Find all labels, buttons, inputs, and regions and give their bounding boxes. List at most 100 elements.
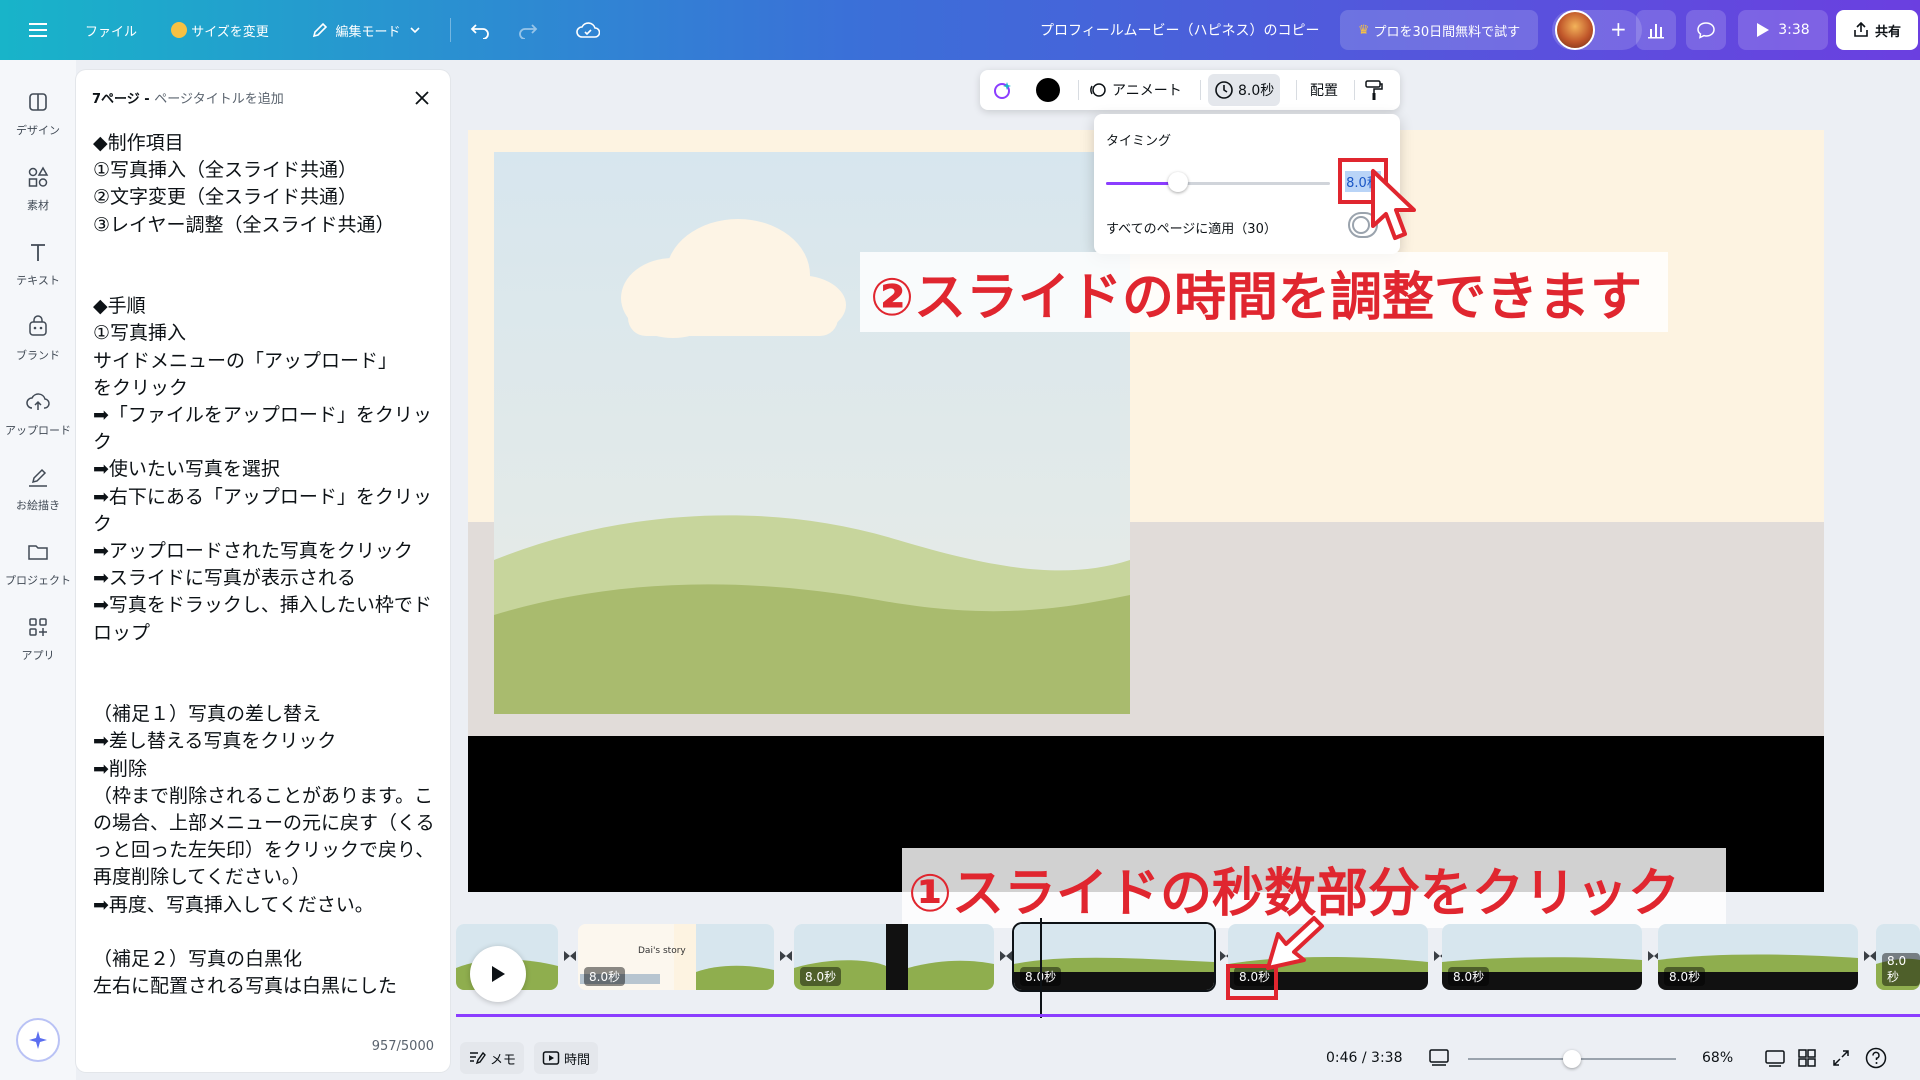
collaborators[interactable]: + <box>1552 10 1642 50</box>
clip-duration[interactable]: 8.0秒 <box>584 967 626 986</box>
share-button[interactable]: 共有 <box>1836 10 1918 50</box>
paint-roller-icon[interactable] <box>1364 70 1392 110</box>
clip-duration[interactable]: 8.0秒 <box>1448 967 1490 986</box>
pro-trial-label: プロを30日間無料で試す <box>1373 24 1521 40</box>
mouse-cursor-icon <box>1371 169 1416 240</box>
rail-design[interactable]: デザイン <box>0 80 76 150</box>
color-swatch[interactable] <box>1036 70 1064 110</box>
timer-label: 時間 <box>564 1052 591 1068</box>
magic-assistant-button[interactable] <box>16 1018 60 1062</box>
resize-button[interactable]: サイズを変更 <box>160 10 280 50</box>
rail-elements[interactable]: 素材 <box>0 155 76 225</box>
magic-edit-icon[interactable] <box>990 70 1020 110</box>
zoom-thumb[interactable] <box>1563 1050 1581 1068</box>
cloud-saved-icon[interactable] <box>570 10 606 50</box>
clip-duration[interactable]: 8.0秒 <box>1664 967 1706 986</box>
timing-slider[interactable] <box>1106 172 1330 192</box>
rail-text[interactable]: テキスト <box>0 230 76 300</box>
context-toolbar: アニメート 8.0秒 配置 <box>980 70 1400 110</box>
divider <box>1296 80 1297 100</box>
doc-title[interactable]: プロフィールムービー（ハピネス）のコピー <box>1040 0 1319 60</box>
duration-label: 8.0秒 <box>1238 83 1275 99</box>
redo-icon[interactable] <box>510 10 546 50</box>
page-title-input[interactable]: ページタイトルを追加 <box>154 92 283 107</box>
hamburger-icon[interactable] <box>20 10 56 50</box>
insights-icon[interactable] <box>1636 10 1676 50</box>
timeline-clip[interactable]: Dai's story 8.0秒 <box>578 924 774 990</box>
add-collaborator-icon[interactable]: + <box>1610 18 1627 40</box>
file-menu[interactable]: ファイル <box>78 10 144 50</box>
clip-duration[interactable]: 8.0秒 <box>1882 953 1920 986</box>
edit-mode-dropdown[interactable]: 編集モード <box>298 10 434 50</box>
animate-icon <box>1090 83 1106 97</box>
timer-icon <box>542 1051 560 1065</box>
progress-track[interactable] <box>456 1014 1920 1017</box>
transition-icon[interactable] <box>562 948 578 964</box>
timeline-clip[interactable]: 8.0秒 <box>1876 924 1920 990</box>
char-count: 957/5000 <box>371 1039 434 1054</box>
pro-trial-button[interactable]: ♛ プロを30日間無料で試す <box>1340 10 1538 50</box>
transition-icon[interactable] <box>998 948 1014 964</box>
playhead[interactable] <box>1040 918 1042 1018</box>
rail-label: 素材 <box>27 199 49 212</box>
play-icon <box>1757 23 1770 37</box>
rail-brand[interactable]: ブランド <box>0 305 76 375</box>
clip-duration[interactable]: 8.0秒 <box>800 967 842 986</box>
play-duration: 3:38 <box>1778 22 1810 38</box>
rail-label: ブランド <box>16 349 60 362</box>
avatar[interactable] <box>1555 10 1595 50</box>
notes-textarea[interactable]: ◆制作項目 ①写真挿入（全スライド共通） ②文字変更（全スライド共通） ③レイヤ… <box>93 130 441 1072</box>
play-icon <box>492 966 505 982</box>
time-position: 0:46 / 3:38 <box>1326 1050 1403 1066</box>
page-label: 7ページ - <box>92 92 155 107</box>
resize-label: サイズを変更 <box>191 24 269 40</box>
zoom-slider[interactable] <box>1468 1050 1676 1068</box>
timeline-clip[interactable]: 8.0秒 <box>1442 924 1642 990</box>
transition-icon[interactable] <box>778 948 794 964</box>
notes-label: メモ <box>490 1052 517 1068</box>
rail-projects[interactable]: プロジェクト <box>0 530 76 600</box>
callout-timing-text: ②スライドの時間を調整できます <box>870 267 1643 328</box>
close-icon[interactable] <box>410 86 434 110</box>
apply-all-label: すべてのページに適用（30） <box>1106 222 1277 237</box>
position-button[interactable]: 配置 <box>1310 70 1338 110</box>
animate-label: アニメート <box>1112 83 1182 99</box>
rail-label: お絵描き <box>16 499 60 512</box>
duration-button[interactable]: 8.0秒 <box>1208 74 1281 106</box>
side-rail: デザイン 素材 テキスト ブランド アップロード お絵描き プロジェクト アプリ <box>0 60 76 1080</box>
fullscreen-icon[interactable] <box>1830 1048 1852 1068</box>
undo-icon[interactable] <box>462 10 498 50</box>
timeline-clip[interactable]: 8.0秒 <box>1658 924 1858 990</box>
timeline[interactable]: Dai's story 8.0秒 8.0秒 8.0秒 8.0秒 8.0秒 8.0… <box>456 918 1920 1022</box>
timer-button[interactable]: 時間 <box>534 1042 599 1074</box>
animate-button[interactable]: アニメート <box>1088 70 1182 110</box>
timeline-clip-selected[interactable]: 8.0秒 <box>1014 924 1214 990</box>
rail-draw[interactable]: お絵描き <box>0 455 76 525</box>
zoom-level[interactable]: 68% <box>1702 1050 1733 1066</box>
position-label: 配置 <box>1310 83 1338 99</box>
grid-view-icon[interactable] <box>1796 1048 1818 1068</box>
fit-view-icon[interactable] <box>1764 1048 1786 1068</box>
rail-label: アップロード <box>5 424 71 437</box>
rail-label: デザイン <box>16 124 60 137</box>
slider-thumb[interactable] <box>1167 172 1188 192</box>
upload-icon <box>26 393 50 410</box>
timing-title: タイミング <box>1106 134 1172 149</box>
crown-icon: ♛ <box>1357 22 1370 38</box>
share-icon <box>1854 22 1868 37</box>
help-icon[interactable] <box>1864 1046 1888 1070</box>
present-button[interactable]: 3:38 <box>1738 10 1828 50</box>
play-button[interactable] <box>470 946 526 1002</box>
notes-button[interactable]: メモ <box>460 1042 525 1074</box>
comment-icon[interactable] <box>1686 10 1726 50</box>
divider <box>1078 80 1079 100</box>
text-icon <box>31 244 45 261</box>
edit-mode-label: 編集モード <box>335 24 401 40</box>
rail-apps[interactable]: アプリ <box>0 605 76 675</box>
photo-frame[interactable] <box>494 152 1130 714</box>
sparkle-icon <box>29 1031 47 1049</box>
rail-upload[interactable]: アップロード <box>0 380 76 450</box>
mouse-cursor-icon <box>1266 916 1324 970</box>
page-view-icon[interactable] <box>1428 1048 1450 1068</box>
timeline-clip[interactable]: 8.0秒 <box>794 924 994 990</box>
